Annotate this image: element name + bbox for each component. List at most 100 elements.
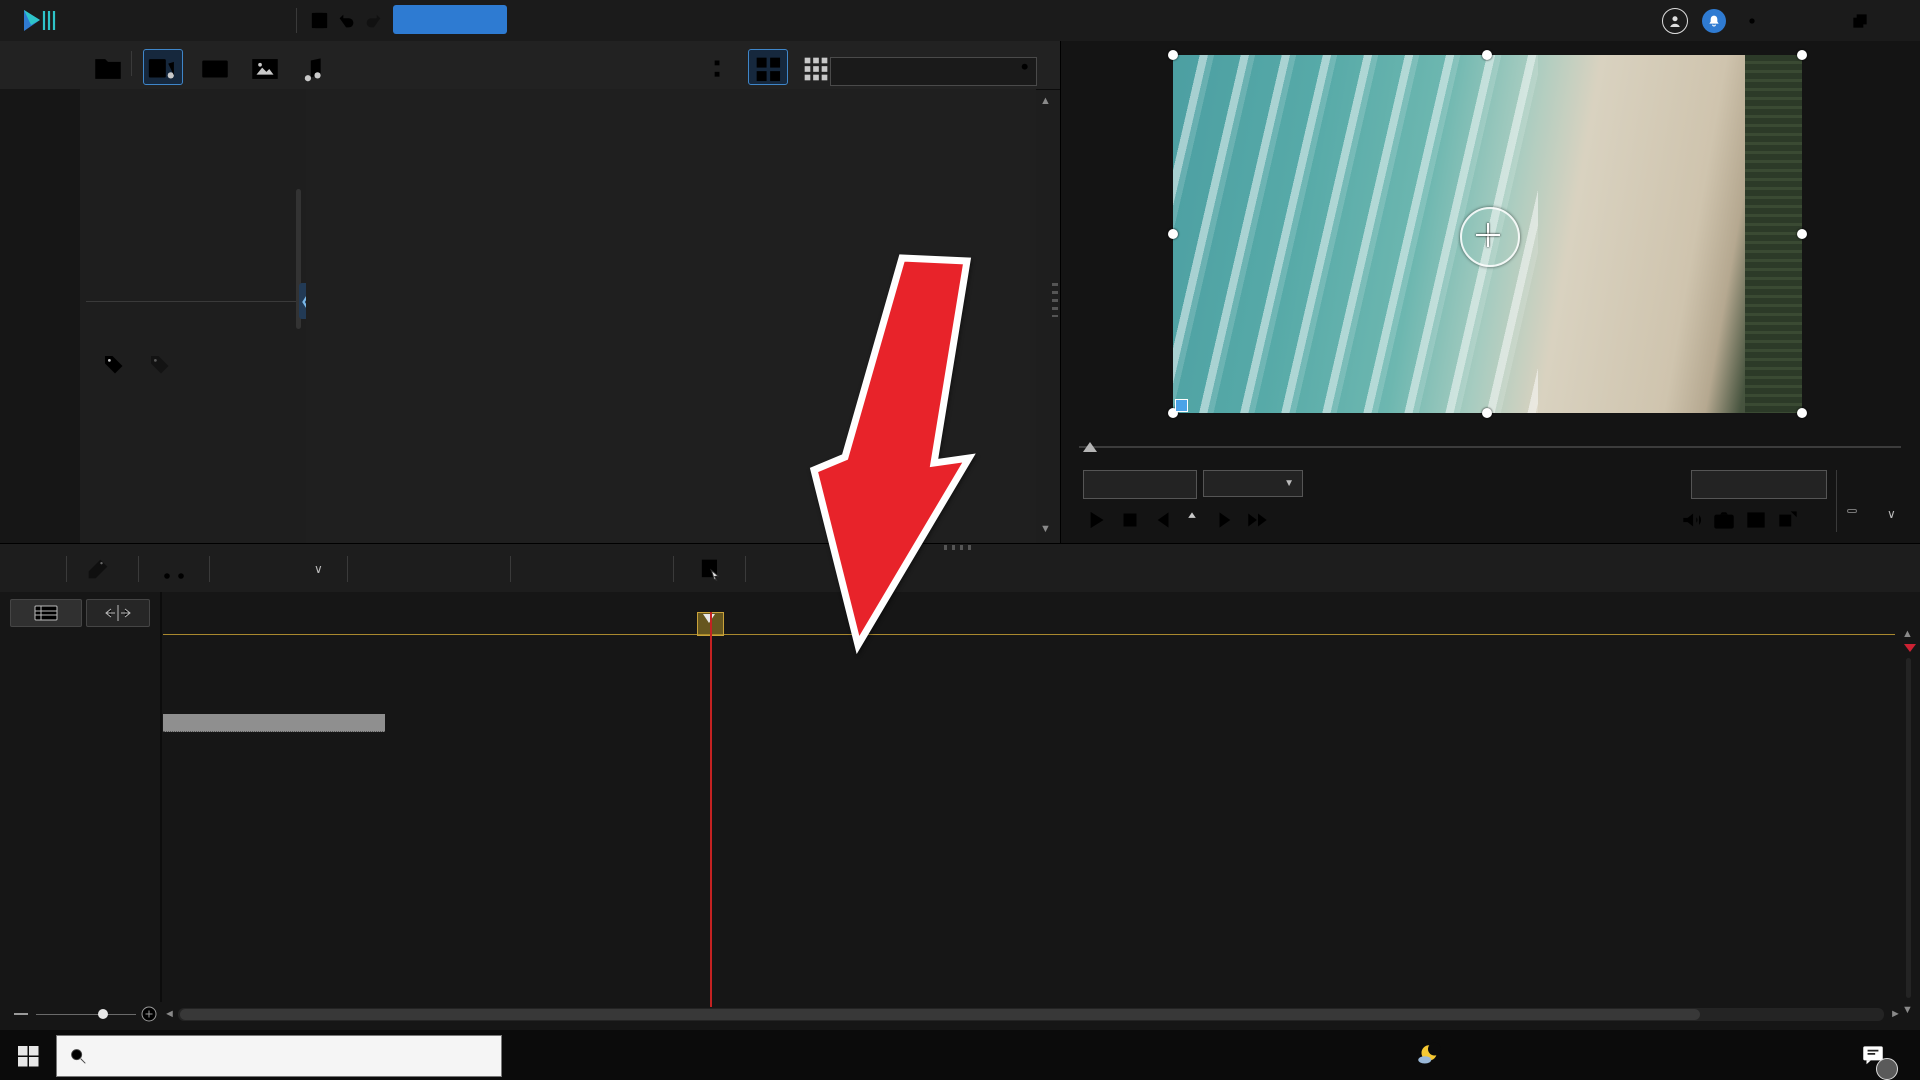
- divider: [138, 556, 139, 582]
- handle-top-center[interactable]: [1482, 50, 1492, 60]
- weather-widget[interactable]: [1396, 1033, 1466, 1077]
- timeline-vscrollbar[interactable]: [1906, 658, 1911, 998]
- filter-audio-icon[interactable]: [295, 49, 335, 85]
- room-sidebar: [0, 89, 80, 543]
- project-title: [640, 0, 1280, 41]
- save-icon[interactable]: [308, 9, 331, 32]
- scroll-right-icon[interactable]: ►: [1890, 1008, 1901, 1020]
- handle-mid-right[interactable]: [1797, 229, 1807, 239]
- play-button[interactable]: [1083, 507, 1109, 533]
- weather-moon-icon: [1415, 1042, 1441, 1068]
- tools-dropdown-icon[interactable]: ∨: [314, 562, 323, 576]
- divider: [296, 8, 297, 33]
- undo-icon[interactable]: [336, 10, 358, 32]
- aspect-dropdown-icon[interactable]: ∨: [1887, 507, 1896, 521]
- seek-slider[interactable]: [1083, 435, 1097, 452]
- grid-view-icon[interactable]: [748, 49, 788, 85]
- split-scissors-icon[interactable]: [160, 555, 188, 583]
- taskbar-search-input[interactable]: [99, 1047, 501, 1066]
- zoom-slider-handle[interactable]: [98, 1009, 108, 1019]
- start-button-icon[interactable]: [16, 1044, 40, 1068]
- zoom-out-icon[interactable]: [14, 1013, 28, 1015]
- previous-frame-button[interactable]: [1149, 507, 1175, 533]
- minimize-button[interactable]: [1814, 10, 1836, 32]
- crop-corner-handle[interactable]: [1175, 399, 1188, 412]
- linked-clip-connector: [163, 714, 385, 732]
- library-toolbar: [0, 41, 1060, 90]
- undock-preview-button[interactable]: [1775, 507, 1801, 533]
- timeline-toolbar: ∨: [0, 543, 1920, 593]
- design-tag-icon[interactable]: [84, 555, 112, 583]
- zoom-mode-dropdown[interactable]: ▼: [1203, 470, 1303, 497]
- taskbar-search[interactable]: [56, 1035, 502, 1077]
- search-icon: [67, 1045, 89, 1067]
- stop-button[interactable]: [1117, 507, 1143, 533]
- scroll-down-icon[interactable]: ▼: [1902, 1004, 1913, 1016]
- list-view-icon[interactable]: [706, 49, 746, 85]
- remove-tag-icon[interactable]: [146, 351, 176, 381]
- taskbar-clock[interactable]: [1764, 1034, 1848, 1076]
- handle-top-left[interactable]: [1168, 50, 1178, 60]
- library-content: [306, 89, 1036, 543]
- seek-bar[interactable]: [1079, 446, 1901, 448]
- scroll-up-icon[interactable]: ▲: [1040, 95, 1051, 107]
- filter-photo-icon[interactable]: [245, 49, 285, 85]
- handle-bottom-center[interactable]: [1482, 408, 1492, 418]
- handle-mid-left[interactable]: [1168, 229, 1178, 239]
- notification-count-badge: [1876, 1058, 1898, 1080]
- zoom-slider-track[interactable]: [36, 1014, 136, 1016]
- next-frame-button[interactable]: [1213, 507, 1239, 533]
- volume-button[interactable]: [1679, 507, 1705, 533]
- zoom-in-icon[interactable]: [141, 1006, 157, 1022]
- scroll-left-icon[interactable]: ◄: [164, 1008, 175, 1020]
- timeline-hscrollbar[interactable]: [178, 1008, 1884, 1021]
- add-tag-icon[interactable]: [100, 351, 130, 381]
- filter-colorboard-icon[interactable]: [195, 49, 235, 85]
- precut-button[interactable]: [86, 599, 150, 627]
- divider: [745, 556, 746, 582]
- timecode-display[interactable]: [1083, 470, 1197, 499]
- library-search-input[interactable]: [831, 64, 1019, 79]
- timeline-zoombar: ◄ ►: [0, 1002, 1920, 1030]
- divider: [1836, 470, 1837, 532]
- help-icon[interactable]: [1778, 10, 1800, 32]
- playhead-line[interactable]: [710, 612, 712, 1007]
- powerdirector-logo-icon: [22, 8, 58, 33]
- settings-gear-icon[interactable]: [1740, 9, 1764, 33]
- notification-bell-icon[interactable]: [1702, 9, 1726, 33]
- next-marker-button[interactable]: [1179, 507, 1205, 533]
- render-preview-button[interactable]: [1691, 470, 1827, 499]
- search-icon[interactable]: [1019, 61, 1032, 83]
- dropdown-arrow-icon: ▼: [1284, 478, 1294, 489]
- filter-media-icon[interactable]: [143, 49, 183, 85]
- snapshot-button[interactable]: [1711, 507, 1737, 533]
- scroll-up-icon[interactable]: ▲: [1902, 628, 1913, 640]
- aspect-ratio-badge[interactable]: [1847, 509, 1857, 513]
- overflow-marker-icon: [1904, 644, 1916, 658]
- category-list: [80, 89, 307, 543]
- scroll-down-icon[interactable]: ▼: [1040, 523, 1051, 535]
- handle-bottom-right[interactable]: [1797, 408, 1807, 418]
- center-crosshair[interactable]: [1462, 209, 1514, 261]
- fast-forward-button[interactable]: [1245, 507, 1271, 533]
- divider: [66, 556, 67, 582]
- library-search[interactable]: [830, 57, 1037, 86]
- restore-button[interactable]: [1850, 11, 1870, 31]
- select-list-icon[interactable]: [696, 555, 724, 583]
- panel-splitter-handle[interactable]: [1052, 283, 1058, 317]
- timeline-view-button[interactable]: [10, 599, 82, 627]
- close-button[interactable]: [1884, 10, 1906, 32]
- divider: [347, 556, 348, 582]
- panel-splitter-handle-horizontal[interactable]: [944, 545, 974, 550]
- divider: [160, 592, 162, 1002]
- media-viewer-button[interactable]: [1743, 507, 1769, 533]
- hscrollbar-thumb[interactable]: [180, 1009, 1700, 1020]
- divider: [673, 556, 674, 582]
- handle-top-right[interactable]: [1797, 50, 1807, 60]
- account-avatar-icon[interactable]: [1662, 8, 1688, 34]
- import-media-icon[interactable]: [88, 49, 128, 85]
- redo-icon[interactable]: [362, 10, 384, 32]
- output-button[interactable]: [393, 5, 507, 34]
- ruler-baseline: [163, 634, 1895, 635]
- timeline-panel: ◄ ► ▲ ▼: [0, 592, 1920, 1030]
